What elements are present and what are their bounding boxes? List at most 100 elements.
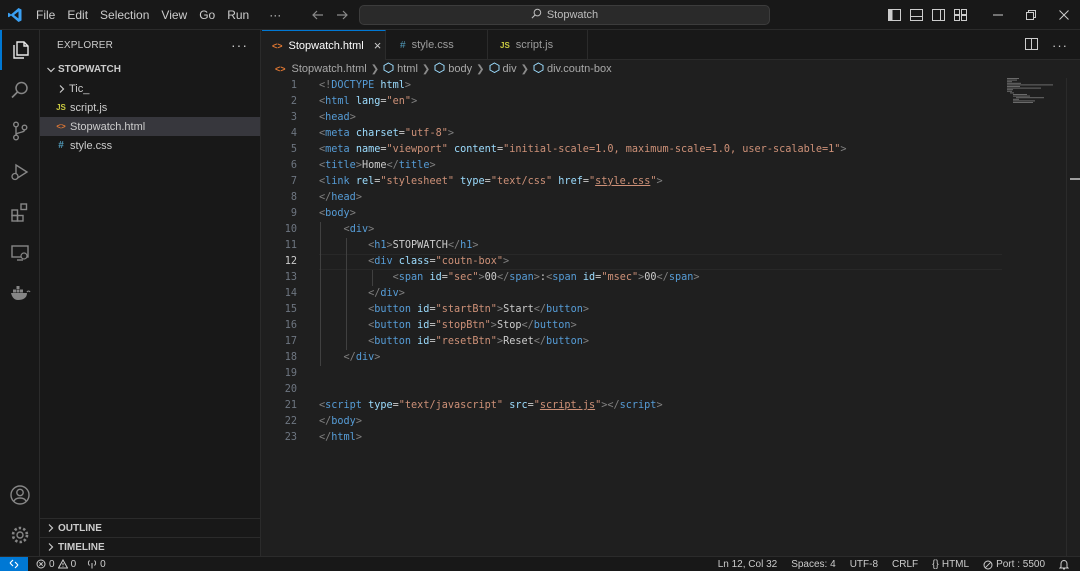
- code-line: <html lang="en">: [319, 96, 418, 107]
- tree-item-label: script.js: [70, 101, 108, 114]
- tab-stopwatch-html[interactable]: <> Stopwatch.html ×: [262, 30, 386, 60]
- line-number: 6: [290, 160, 297, 171]
- outline-label: OUTLINE: [58, 522, 102, 534]
- ports-indicator[interactable]: 0: [81, 559, 111, 570]
- element-icon: [489, 62, 500, 76]
- menu-selection[interactable]: Selection: [94, 0, 155, 30]
- manage-gear-icon[interactable]: [0, 515, 40, 555]
- explorer-header: EXPLORER ···: [40, 30, 260, 60]
- tree-file-stopwatch-html[interactable]: <> Stopwatch.html: [40, 117, 260, 136]
- code-line: <meta charset="utf-8">: [319, 128, 454, 139]
- minimize-icon[interactable]: [981, 0, 1014, 30]
- minimap[interactable]: [1007, 78, 1067, 118]
- tree-file-script-js[interactable]: JS script.js: [40, 98, 260, 117]
- code-line: </html>: [319, 432, 362, 443]
- menu-file[interactable]: File: [30, 0, 61, 30]
- extensions-icon[interactable]: [0, 192, 40, 232]
- toggle-primary-sidebar-icon[interactable]: [883, 0, 905, 30]
- end-of-line[interactable]: CRLF: [887, 559, 927, 570]
- live-server-port[interactable]: Port : 5500: [978, 559, 1054, 570]
- css-file-icon: #: [400, 39, 406, 51]
- breadcrumb-html[interactable]: html: [383, 62, 418, 76]
- tree-item-label: Tic_: [69, 82, 90, 95]
- line-number: 16: [284, 320, 297, 331]
- menu-more[interactable]: ···: [255, 0, 287, 30]
- restore-icon[interactable]: [1014, 0, 1047, 30]
- remote-explorer-icon[interactable]: [0, 233, 40, 273]
- breadcrumb-body[interactable]: body: [434, 62, 472, 76]
- docker-icon[interactable]: [0, 273, 40, 313]
- back-arrow-icon[interactable]: [310, 7, 326, 23]
- breadcrumb-file[interactable]: <> Stopwatch.html: [275, 63, 367, 75]
- workspace-folder[interactable]: STOPWATCH: [40, 60, 260, 79]
- close-tab-icon[interactable]: ×: [374, 38, 382, 53]
- explorer-more-actions[interactable]: ···: [231, 37, 248, 53]
- chevron-right-icon: ❯: [421, 63, 431, 75]
- editor-tabs: <> Stopwatch.html × # style.css JS scrip…: [262, 30, 1080, 60]
- line-number: 3: [290, 112, 297, 123]
- notifications-bell-icon[interactable]: [1054, 559, 1074, 570]
- indentation[interactable]: Spaces: 4: [786, 559, 844, 570]
- source-control-icon[interactable]: [0, 111, 40, 151]
- accounts-icon[interactable]: [0, 475, 40, 515]
- toggle-secondary-sidebar-icon[interactable]: [927, 0, 949, 30]
- vscode-logo-icon: [0, 0, 30, 30]
- tree-folder-tic[interactable]: Tic_: [40, 79, 260, 98]
- encoding[interactable]: UTF-8: [845, 559, 887, 570]
- chevron-right-icon: ❯: [370, 63, 380, 75]
- line-number: 4: [290, 128, 297, 139]
- forward-arrow-icon[interactable]: [334, 7, 350, 23]
- code-line: <script type="text/javascript" src="scri…: [319, 400, 663, 411]
- code-line: <!DOCTYPE html>: [319, 80, 412, 91]
- language-mode[interactable]: {} HTML: [927, 559, 978, 570]
- menu-go[interactable]: Go: [193, 0, 221, 30]
- code-line: <button id="resetBtn">Reset</button>: [368, 336, 589, 347]
- remote-indicator-icon[interactable]: [0, 556, 28, 571]
- customize-layout-icon[interactable]: [949, 0, 971, 30]
- html-file-icon: <>: [275, 64, 286, 74]
- search-icon: [531, 8, 542, 22]
- more-actions-icon[interactable]: ···: [1052, 38, 1068, 53]
- breadcrumb-div[interactable]: div: [489, 62, 517, 76]
- split-editor-icon[interactable]: [1025, 37, 1038, 53]
- timeline-section[interactable]: TIMELINE: [40, 537, 261, 556]
- chevron-right-icon: ❯: [476, 63, 485, 75]
- cursor-position[interactable]: Ln 12, Col 32: [713, 559, 787, 570]
- code-line: <link rel="stylesheet" type="text/css" h…: [319, 176, 663, 187]
- language-label: HTML: [941, 559, 970, 570]
- code-line: <body>: [319, 208, 356, 219]
- command-center-search[interactable]: Stopwatch: [359, 5, 770, 25]
- run-and-debug-icon[interactable]: [0, 152, 40, 192]
- tab-script-js[interactable]: JS script.js: [488, 30, 588, 60]
- breadcrumb-div-coutn-box[interactable]: div.coutn-box: [533, 62, 612, 76]
- line-number-current: 12: [284, 256, 297, 267]
- code-editor[interactable]: 1 2 3 4 5 6 7 8 9 10 11 12 13 14 15 16 1…: [262, 78, 1080, 556]
- close-window-icon[interactable]: [1047, 0, 1080, 30]
- outline-section[interactable]: OUTLINE: [40, 518, 261, 537]
- tree-item-label: Stopwatch.html: [70, 120, 146, 133]
- workspace-folder-label: STOPWATCH: [58, 64, 121, 75]
- error-count: 0: [49, 558, 55, 570]
- search-sidebar-icon[interactable]: [0, 70, 40, 110]
- tab-style-css[interactable]: # style.css: [386, 30, 488, 60]
- line-number: 1: [290, 80, 297, 91]
- menu-view[interactable]: View: [155, 0, 193, 30]
- menu-edit[interactable]: Edit: [61, 0, 94, 30]
- line-number: 23: [284, 432, 297, 443]
- line-number: 18: [284, 352, 297, 363]
- tree-file-style-css[interactable]: # style.css: [40, 136, 260, 155]
- breadcrumb: <> Stopwatch.html ❯ html ❯ body ❯ div ❯ …: [262, 60, 612, 78]
- chevron-right-icon: ❯: [520, 63, 529, 75]
- explorer-icon[interactable]: [0, 30, 40, 70]
- code-line: </div>: [368, 288, 405, 299]
- code-line: <head>: [319, 112, 356, 123]
- element-icon: [383, 62, 394, 76]
- title-bar: File Edit Selection View Go Run ··· Stop…: [0, 0, 1080, 30]
- editor-scrollbar[interactable]: [1066, 78, 1080, 556]
- problems-indicator[interactable]: 0 0: [28, 559, 81, 570]
- menu-run[interactable]: Run: [221, 0, 255, 30]
- toggle-panel-icon[interactable]: [905, 0, 927, 30]
- menu-bar: File Edit Selection View Go Run ···: [30, 0, 287, 30]
- line-number: 8: [290, 192, 297, 203]
- braces-icon: {}: [932, 559, 939, 570]
